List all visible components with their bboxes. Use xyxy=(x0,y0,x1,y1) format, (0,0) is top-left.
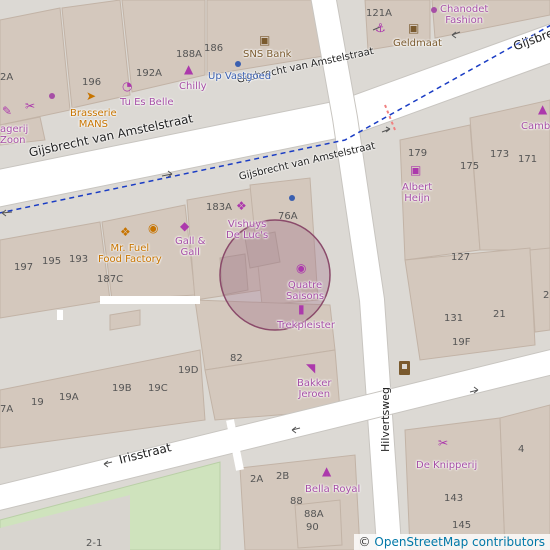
poi-gall-gall[interactable]: Gall & Gall xyxy=(175,236,205,258)
poi-albert-heijn[interactable]: Albert Heijn xyxy=(402,182,432,204)
house-number: 127 xyxy=(451,252,471,263)
basket-icon[interactable]: ▣ xyxy=(410,164,421,176)
cosmetics-icon[interactable]: ✎ xyxy=(2,105,12,117)
poi-trekpleister[interactable]: Trekpleister xyxy=(277,320,335,331)
house-number: 197 xyxy=(14,262,34,273)
map-attribution: © OpenStreetMap contributors xyxy=(353,534,550,550)
house-number: 192A xyxy=(136,68,162,79)
place-dot xyxy=(431,7,437,13)
house-number: 183A xyxy=(206,202,232,213)
house-number: 88A xyxy=(304,509,324,520)
house-number: 196 xyxy=(82,77,102,88)
poi-tu-es-belle[interactable]: Tu Es Belle xyxy=(120,97,174,108)
house-number: 186 xyxy=(204,43,224,54)
house-number: 19A xyxy=(59,392,79,403)
burger-icon[interactable]: ◉ xyxy=(148,222,158,234)
wine-icon[interactable]: ◆ xyxy=(180,220,189,232)
bank-icon[interactable]: ▣ xyxy=(259,34,270,46)
house-number: 175 xyxy=(460,161,480,172)
house-number: 2B xyxy=(276,471,290,482)
beauty-icon[interactable]: ◔ xyxy=(122,80,132,92)
poi-mr-fuel[interactable]: Mr. Fuel Food Factory xyxy=(98,243,162,265)
hairdresser-icon[interactable]: ✂ xyxy=(438,437,448,449)
house-number: 21 xyxy=(493,309,506,320)
cocktail-icon[interactable]: ➤ xyxy=(86,90,96,102)
poi-vishuys[interactable]: Vishuys De Luc's xyxy=(226,219,268,241)
place-dot xyxy=(235,61,241,67)
house-number: 188A xyxy=(176,49,202,60)
street-label-hilvertsweg: Hilvertsweg xyxy=(379,387,392,452)
poi-brasserie-mans[interactable]: Brasserie MANS xyxy=(70,108,117,130)
house-number: 143 xyxy=(444,493,464,504)
cake-icon[interactable]: ◉ xyxy=(296,262,306,274)
poi-bakker-jeroen[interactable]: Bakker Jeroen xyxy=(297,378,331,400)
house-number: 121A xyxy=(366,8,392,19)
house-number: 173 xyxy=(490,149,510,160)
house-number: 131 xyxy=(444,313,464,324)
clothes-icon[interactable]: ▲ xyxy=(322,465,331,477)
bag-icon[interactable]: ⚓ xyxy=(375,22,386,34)
house-number: 82 xyxy=(230,353,243,364)
hairdresser-icon[interactable]: ✂ xyxy=(25,100,35,112)
poi-de-knipperij[interactable]: De Knipperij xyxy=(416,460,477,471)
house-number: 19D xyxy=(178,365,199,376)
poi-sns-bank[interactable]: SNS Bank xyxy=(243,49,291,60)
house-number: 187C xyxy=(97,274,124,285)
drink-icon[interactable]: ▮ xyxy=(298,303,305,315)
house-number: 4 xyxy=(518,444,525,455)
poi-chanodet[interactable]: Chanodet Fashion xyxy=(440,4,488,26)
house-number: 88 xyxy=(290,496,303,507)
house-number: 19F xyxy=(452,337,471,348)
osm-attribution-link[interactable]: OpenStreetMap contributors xyxy=(374,535,545,549)
poi-chilly[interactable]: Chilly xyxy=(179,81,207,92)
house-number: 171 xyxy=(518,154,538,165)
fish-icon[interactable]: ❖ xyxy=(236,200,247,212)
house-number: 19B xyxy=(112,383,132,394)
poi-up-vastgoed[interactable]: Up Vastgoed xyxy=(208,71,271,82)
house-number: 195 xyxy=(42,256,62,267)
house-number: 2A xyxy=(0,72,14,83)
house-number: 7A xyxy=(0,404,14,415)
house-number: 2-1 xyxy=(86,538,103,549)
poi-quatre-saisons[interactable]: Quatre Saisons xyxy=(286,280,324,302)
clothes-icon[interactable]: ▲ xyxy=(538,103,547,115)
atm-icon[interactable]: ▣ xyxy=(408,22,419,34)
bakery-icon[interactable]: ◥ xyxy=(306,362,315,374)
house-number: 19 xyxy=(31,397,44,408)
house-number: 2 xyxy=(543,290,550,301)
house-number: 19C xyxy=(148,383,168,394)
house-number: 76A xyxy=(278,211,298,222)
house-number: 145 xyxy=(452,520,472,531)
house-number: 179 xyxy=(408,148,428,159)
place-dot xyxy=(289,195,295,201)
poi-geldmaat[interactable]: Geldmaat xyxy=(393,38,442,49)
clothes-icon[interactable]: ▲ xyxy=(184,63,193,75)
place-dot xyxy=(49,93,55,99)
house-number: 193 xyxy=(69,254,89,265)
fastfood-icon[interactable]: ❖ xyxy=(120,226,131,238)
poi-bella-royal[interactable]: Bella Royal xyxy=(305,484,360,495)
poi-gerij[interactable]: agerij Zoon xyxy=(0,124,28,146)
house-number: 2A xyxy=(250,474,264,485)
copyright-symbol: © xyxy=(358,535,371,549)
poi-cambi[interactable]: Camb xyxy=(521,121,550,132)
map-canvas[interactable]: Gijsbrecht van Amstelstraat Gijsbrecht v… xyxy=(0,0,550,550)
house-number: 90 xyxy=(306,522,319,533)
